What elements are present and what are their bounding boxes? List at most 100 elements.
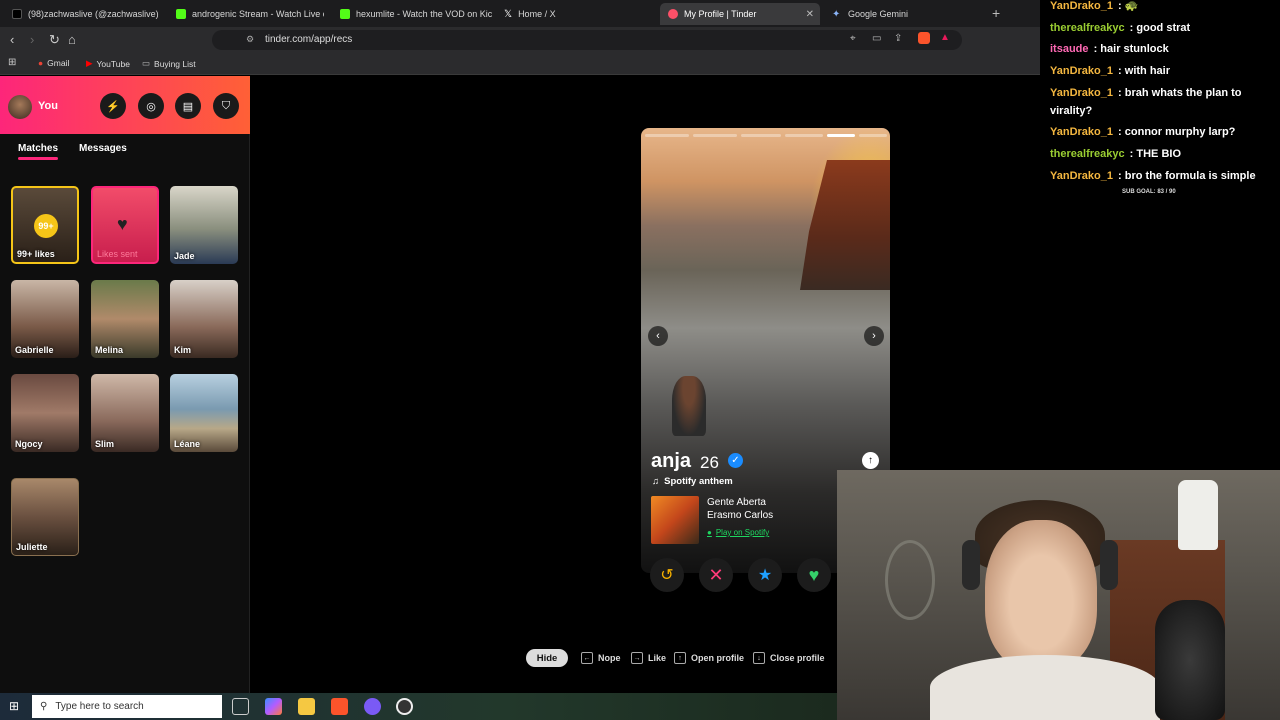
open-profile-icon[interactable]: ↑: [862, 452, 879, 469]
browser-tab-active[interactable]: My Profile | Tinder ✕: [660, 3, 820, 25]
chat-text: with hair: [1124, 65, 1170, 77]
hint-open-profile: ↑ Open profile: [674, 652, 744, 664]
match-card[interactable]: Gabrielle: [11, 280, 79, 358]
taskbar-search-input[interactable]: ⚲ Type here to search: [32, 695, 222, 718]
tab-matches[interactable]: Matches: [18, 143, 58, 154]
match-card[interactable]: Melina: [91, 280, 159, 358]
match-card[interactable]: Ngocy: [11, 374, 79, 452]
photo-indicator: [645, 134, 689, 137]
chat-username: YanDrako_1: [1050, 170, 1113, 182]
previous-photo-icon[interactable]: ‹: [648, 326, 668, 346]
photo-indicator: [785, 134, 823, 137]
match-card[interactable]: Kim: [170, 280, 238, 358]
match-name: Kim: [174, 345, 192, 355]
windows-start-icon[interactable]: ⊞: [9, 699, 19, 713]
browser-tab[interactable]: ✦ Google Gemini: [824, 3, 984, 25]
bookmark-label: Gmail: [47, 58, 70, 68]
bookmark-gmail[interactable]: ● Gmail: [38, 58, 69, 68]
likes-sent-label: Likes sent: [97, 249, 138, 259]
match-name: Jade: [174, 251, 195, 261]
likes-count-badge: 99+: [34, 214, 58, 238]
tab-label: Home / X: [518, 9, 556, 19]
likes-label: 99+ likes: [17, 249, 55, 259]
file-explorer-icon[interactable]: [298, 698, 315, 715]
browser-tab[interactable]: androgenic Stream - Watch Live on K: [168, 3, 324, 25]
task-view-icon[interactable]: [232, 698, 249, 715]
chat-message: YanDrako_1 : connor murphy larp?: [1050, 126, 1236, 138]
briefcase-icon[interactable]: ▤: [175, 93, 201, 119]
brave-browser-icon[interactable]: [331, 698, 348, 715]
close-tab-icon[interactable]: ✕: [806, 9, 814, 20]
discord-icon[interactable]: [364, 698, 381, 715]
hint-label: Close profile: [770, 653, 825, 663]
shield-icon[interactable]: ⛉: [213, 93, 239, 119]
bookmark-youtube[interactable]: ▶ YouTube: [86, 58, 130, 69]
super-like-button[interactable]: ★: [748, 558, 782, 592]
obs-icon[interactable]: [396, 698, 413, 715]
hide-hints-button[interactable]: Hide: [526, 649, 568, 667]
tinder-icon: [668, 9, 678, 19]
webcam-fan: [885, 540, 935, 620]
right-arrow-key-icon: →: [631, 652, 643, 664]
hint-like: → Like: [631, 652, 666, 664]
anthem-label: Spotify anthem: [664, 476, 733, 487]
match-card[interactable]: Jade: [170, 186, 238, 264]
spotify-anthem-header: ♫ Spotify anthem: [652, 476, 733, 487]
like-button[interactable]: ♥: [797, 558, 831, 592]
copilot-icon[interactable]: [265, 698, 282, 715]
site-settings-icon[interactable]: ⚙: [246, 34, 254, 45]
boost-icon[interactable]: ⚡: [100, 93, 126, 119]
next-photo-icon[interactable]: ›: [864, 326, 884, 346]
gmail-icon: ●: [38, 58, 44, 68]
nope-button[interactable]: ✕: [699, 558, 733, 592]
tab-label: (98)zachwaslive (@zachwaslive) | TikT: [28, 9, 160, 19]
profile-link[interactable]: You: [38, 100, 58, 112]
match-card[interactable]: Léane: [170, 374, 238, 452]
browser-tab[interactable]: (98)zachwaslive (@zachwaslive) | TikT: [4, 3, 160, 25]
song-title: Gente Aberta: [707, 497, 766, 508]
headphones-left: [962, 540, 980, 590]
webcam-microphone: [1155, 600, 1225, 720]
verified-badge-icon: ✓: [728, 453, 743, 468]
bookmark-label: YouTube: [96, 58, 130, 69]
browser-tab-bar: (98)zachwaslive (@zachwaslive) | TikT an…: [0, 0, 1040, 27]
likes-card[interactable]: 99+ 99+ likes: [11, 186, 79, 264]
webcam-streamer: [985, 520, 1097, 670]
chat-text: connor murphy larp?: [1124, 126, 1236, 138]
reload-icon[interactable]: ↻: [49, 32, 60, 48]
explore-icon[interactable]: ◎: [138, 93, 164, 119]
match-card[interactable]: Juliette: [11, 478, 79, 556]
chat-username: YanDrako_1: [1050, 0, 1113, 12]
x-logo-icon: 𝕏: [504, 9, 513, 20]
match-card[interactable]: Slim: [91, 374, 159, 452]
rewind-button[interactable]: ↺: [650, 558, 684, 592]
webcam-bottle: [1178, 480, 1218, 550]
chat-text: 🐢: [1124, 0, 1139, 12]
bookmark-buying-list[interactable]: ▭ Buying List: [142, 58, 196, 69]
forward-icon[interactable]: ›: [30, 32, 34, 47]
profile-age: 26: [700, 453, 719, 472]
share-icon[interactable]: ⇪: [894, 33, 902, 44]
avatar[interactable]: [8, 95, 32, 119]
search-icon: ⚲: [40, 701, 48, 712]
photo-indicator: [741, 134, 781, 137]
back-icon[interactable]: ‹: [10, 32, 14, 47]
brave-shield-icon[interactable]: [918, 32, 930, 44]
chat-text: THE BIO: [1136, 148, 1182, 160]
tab-label: androgenic Stream - Watch Live on K: [192, 9, 324, 19]
browser-tab[interactable]: 𝕏 Home / X: [496, 3, 652, 25]
apps-grid-icon[interactable]: ⊞: [8, 57, 16, 68]
location-icon[interactable]: ⌖: [850, 33, 856, 44]
url-text[interactable]: tinder.com/app/recs: [265, 34, 352, 45]
browser-tab[interactable]: hexumlite - Watch the VOD on Kick: [332, 3, 492, 25]
brave-rewards-icon[interactable]: ▲: [940, 32, 950, 43]
profile-name: anja: [651, 450, 692, 472]
play-on-spotify-link[interactable]: ● Play on Spotify: [707, 528, 769, 537]
tab-messages[interactable]: Messages: [79, 143, 127, 154]
cast-icon[interactable]: ▭: [872, 33, 881, 44]
hint-label: Like: [648, 653, 667, 663]
likes-sent-card[interactable]: ♥ Likes sent: [91, 186, 159, 264]
photo-indicator: [859, 134, 887, 137]
home-icon[interactable]: ⌂: [68, 32, 76, 47]
new-tab-button[interactable]: +: [992, 5, 1000, 21]
